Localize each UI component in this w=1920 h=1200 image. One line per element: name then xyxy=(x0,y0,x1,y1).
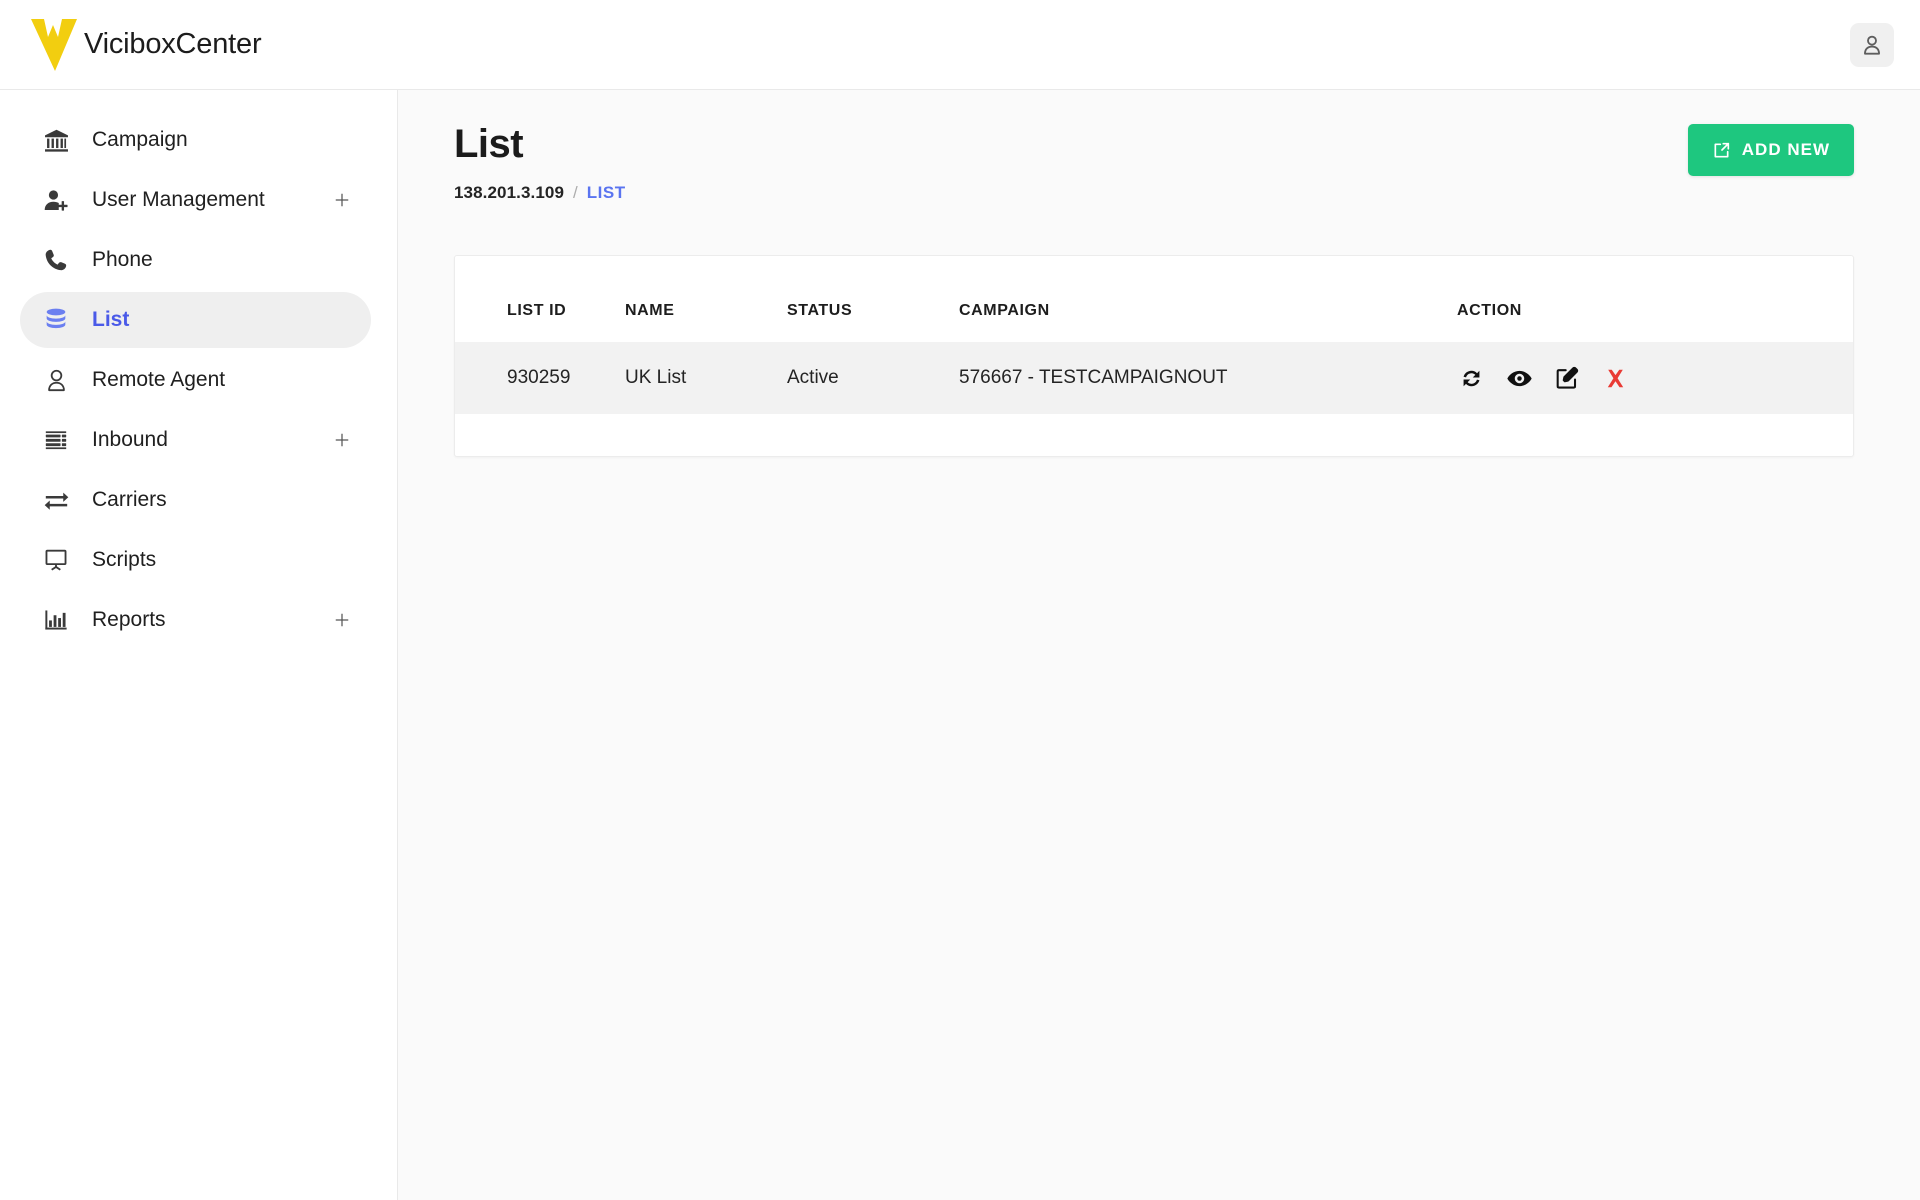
sidebar-item-label: Carriers xyxy=(92,488,167,511)
sidebar-item-label: List xyxy=(92,308,130,331)
sidebar-item-scripts[interactable]: Scripts xyxy=(20,532,371,588)
top-bar: ViciboxCenter xyxy=(0,0,1920,90)
user-icon xyxy=(1864,35,1880,55)
column-header-campaign[interactable]: CAMPAIGN xyxy=(959,284,1457,342)
sidebar: Campaign User Management Phone List Remo… xyxy=(0,90,398,1200)
sidebar-item-label: User Management xyxy=(92,188,265,211)
breadcrumb-host[interactable]: 138.201.3.109 xyxy=(454,183,564,203)
reload-button[interactable] xyxy=(1457,364,1485,392)
cell-actions xyxy=(1457,342,1853,414)
page-header-left: List 138.201.3.109 / LIST xyxy=(454,122,626,203)
table-body: 930259 UK List Active 576667 - TESTCAMPA… xyxy=(455,342,1853,414)
account-button[interactable] xyxy=(1850,22,1894,67)
breadcrumb-separator: / xyxy=(573,183,578,202)
user-plus-icon xyxy=(39,187,73,214)
vicibox-v-logo-icon xyxy=(31,18,77,71)
add-new-label: ADD NEW xyxy=(1741,140,1830,159)
bank-icon xyxy=(39,127,73,154)
exchange-icon xyxy=(39,487,73,514)
bar-chart-icon xyxy=(39,607,73,633)
add-new-button[interactable]: ADD NEW xyxy=(1687,124,1854,176)
brand-name: ViciboxCenter xyxy=(84,28,262,60)
edit-button[interactable] xyxy=(1553,364,1581,392)
sidebar-item-label: Remote Agent xyxy=(92,368,226,391)
sidebar-item-label: Phone xyxy=(92,248,153,271)
view-button[interactable] xyxy=(1505,364,1533,392)
sidebar-item-campaign[interactable]: Campaign xyxy=(20,112,371,168)
presentation-icon xyxy=(39,547,73,573)
sidebar-item-remote-agent[interactable]: Remote Agent xyxy=(20,352,371,408)
sidebar-item-label: Campaign xyxy=(92,128,188,151)
sidebar-item-label: Inbound xyxy=(92,428,168,451)
cell-list-id: 930259 xyxy=(507,367,571,388)
cell-name: UK List xyxy=(625,367,687,388)
column-header-action: ACTION xyxy=(1457,302,1522,319)
sidebar-item-label: Scripts xyxy=(92,548,157,571)
page-title: List xyxy=(454,122,524,166)
body: Campaign User Management Phone List Remo… xyxy=(0,90,1920,1200)
row-actions xyxy=(1457,364,1853,392)
sidebar-item-list[interactable]: List xyxy=(20,292,371,348)
plus-icon[interactable] xyxy=(331,430,353,450)
list-table: LIST ID NAME STATUS CAMPAIGN ACTION 9302… xyxy=(455,284,1853,414)
plus-icon[interactable] xyxy=(331,610,353,630)
sidebar-item-user-management[interactable]: User Management xyxy=(20,172,371,228)
breadcrumb: 138.201.3.109 / LIST xyxy=(454,183,626,203)
edit-icon xyxy=(1556,366,1579,389)
sidebar-item-reports[interactable]: Reports xyxy=(20,592,371,648)
table-head: LIST ID NAME STATUS CAMPAIGN ACTION xyxy=(455,284,1853,342)
eye-icon xyxy=(1506,370,1532,386)
column-header-status[interactable]: STATUS xyxy=(787,284,959,342)
breadcrumb-current[interactable]: LIST xyxy=(587,183,626,203)
external-link-icon xyxy=(1714,142,1729,158)
column-header-name[interactable]: NAME xyxy=(625,284,787,342)
cell-campaign: 576667 - TESTCAMPAIGNOUT xyxy=(959,367,1228,388)
app-root: ViciboxCenter Campaign User Management P… xyxy=(0,0,1920,1200)
table-row[interactable]: 930259 UK List Active 576667 - TESTCAMPA… xyxy=(455,342,1853,414)
cell-status: Active xyxy=(787,367,839,388)
sidebar-item-phone[interactable]: Phone xyxy=(20,232,371,288)
sidebar-item-carriers[interactable]: Carriers xyxy=(20,472,371,528)
main-content: List 138.201.3.109 / LIST ADD NEW LIST I… xyxy=(398,90,1920,1200)
database-icon xyxy=(39,307,73,333)
user-circle-icon xyxy=(39,367,73,394)
phone-icon xyxy=(39,247,73,273)
page-header: List 138.201.3.109 / LIST ADD NEW xyxy=(454,122,1854,203)
server-list-icon xyxy=(39,427,73,453)
sidebar-item-label: Reports xyxy=(92,608,166,631)
delete-icon xyxy=(1607,369,1623,387)
delete-button[interactable] xyxy=(1601,364,1629,392)
list-table-card: LIST ID NAME STATUS CAMPAIGN ACTION 9302… xyxy=(454,255,1854,457)
brand[interactable]: ViciboxCenter xyxy=(28,17,262,73)
sidebar-item-inbound[interactable]: Inbound xyxy=(20,412,371,468)
table-header-row: LIST ID NAME STATUS CAMPAIGN ACTION xyxy=(455,284,1853,342)
reload-icon xyxy=(1463,370,1479,386)
column-header-list-id[interactable]: LIST ID xyxy=(455,284,625,342)
plus-icon[interactable] xyxy=(331,190,353,210)
